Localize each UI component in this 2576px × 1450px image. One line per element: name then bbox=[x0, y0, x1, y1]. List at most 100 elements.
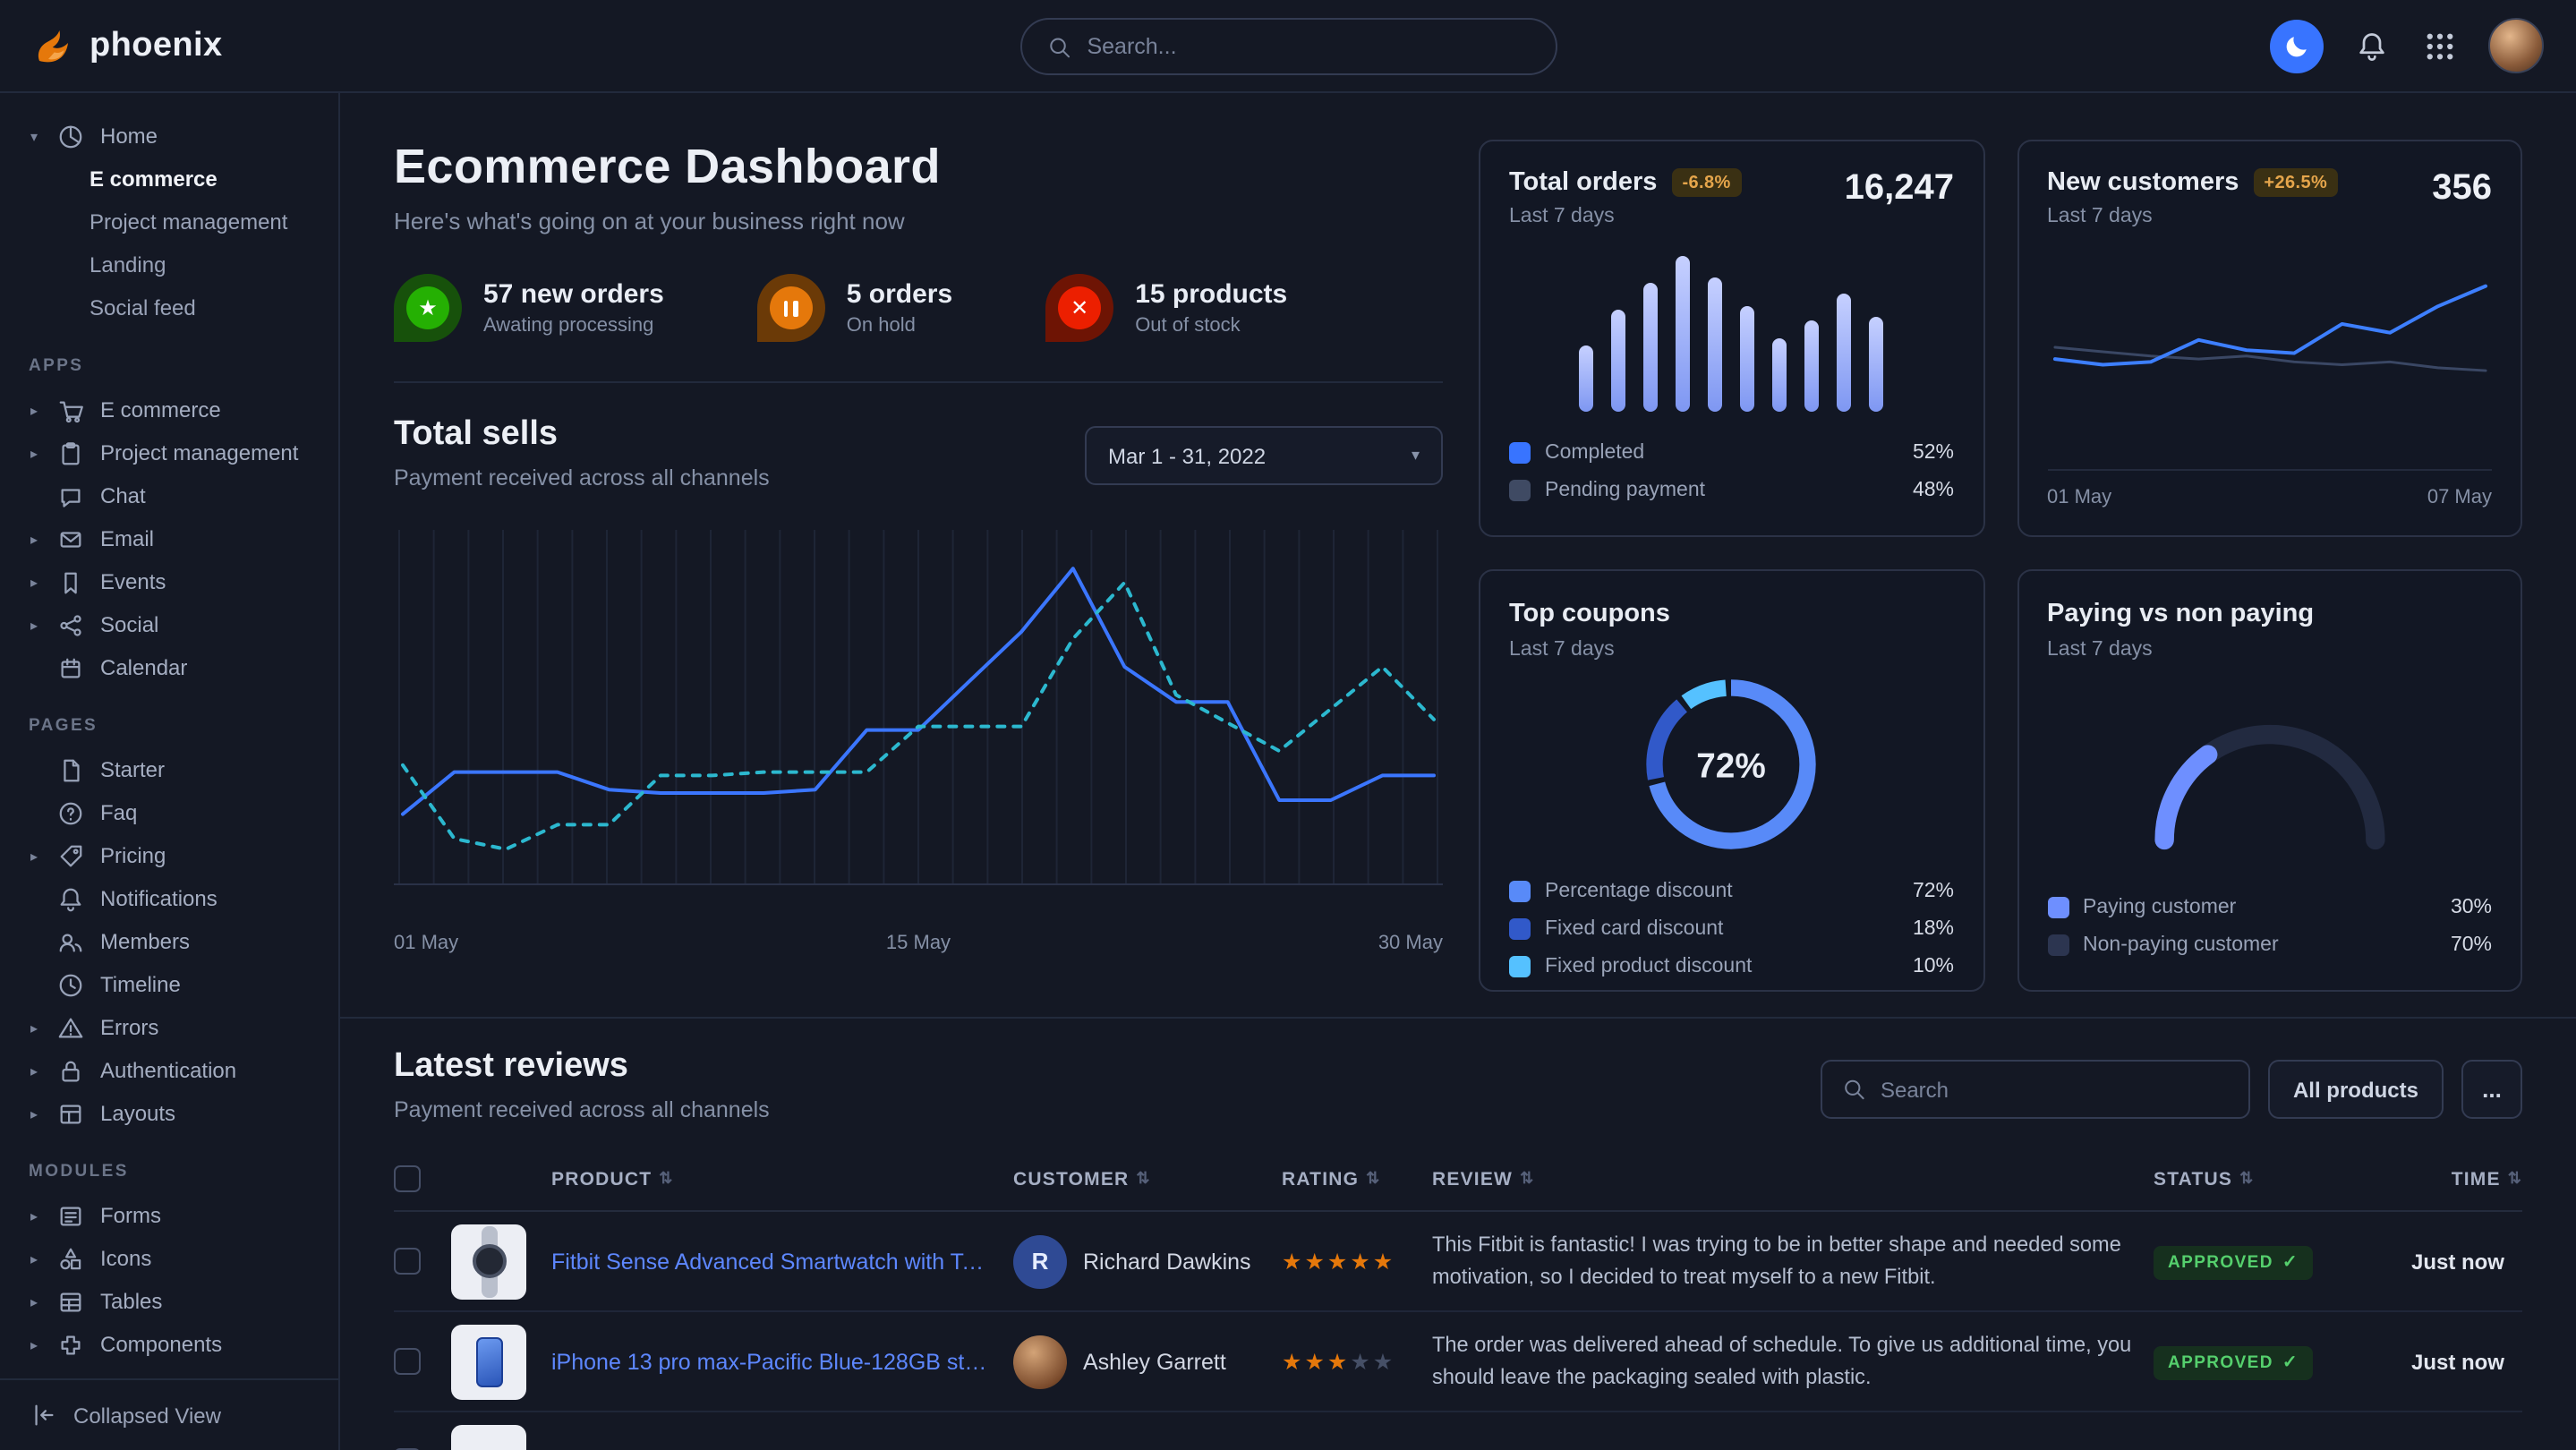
sidebar-item-label: Members bbox=[100, 929, 190, 954]
sidebar-item-notifications[interactable]: Notifications bbox=[25, 877, 324, 920]
theme-toggle-button[interactable] bbox=[2270, 19, 2324, 72]
row-checkbox[interactable] bbox=[394, 1248, 421, 1275]
sidebar-item-e-commerce[interactable]: E commerce bbox=[25, 158, 324, 200]
column-header-rating[interactable]: RATING⇅ bbox=[1282, 1168, 1432, 1190]
card-title: Paying vs non paying bbox=[2047, 600, 2314, 628]
sidebar-item-faq[interactable]: Faq bbox=[25, 791, 324, 834]
sidebar-item-timeline[interactable]: Timeline bbox=[25, 963, 324, 1006]
brand-logo[interactable]: phoenix bbox=[32, 24, 223, 67]
more-options-button[interactable]: ... bbox=[2461, 1060, 2522, 1119]
sidebar-item-social-feed[interactable]: Social feed bbox=[25, 286, 324, 329]
calendar-icon bbox=[57, 654, 84, 681]
card-top-coupons: Top coupons Last 7 days 72% Percentage d… bbox=[1479, 569, 1984, 992]
stat-value: 15 products bbox=[1135, 279, 1287, 310]
stat-orders-on-hold: 5 ordersOn hold bbox=[757, 274, 952, 342]
sidebar-item-forms[interactable]: ▸Forms bbox=[25, 1194, 324, 1237]
sidebar-section-title-pages: PAGES bbox=[29, 716, 324, 736]
stat-bubble-star-icon: ★ bbox=[394, 274, 462, 342]
product-link[interactable]: Fitbit Sense Advanced Smartwatch with To… bbox=[551, 1249, 995, 1274]
sidebar-item-label: Authentication bbox=[100, 1058, 236, 1083]
sidebar-item-errors[interactable]: ▸Errors bbox=[25, 1006, 324, 1049]
sidebar-item-starter[interactable]: Starter bbox=[25, 748, 324, 791]
sidebar-item-home[interactable]: ▾ Home bbox=[25, 115, 324, 158]
chevron-right-icon: ▸ bbox=[25, 617, 43, 633]
orders-bar bbox=[1676, 256, 1691, 412]
sidebar-item-tables[interactable]: ▸Tables bbox=[25, 1280, 324, 1323]
collapse-view-toggle[interactable]: Collapsed View bbox=[0, 1378, 338, 1450]
sidebar-item-members[interactable]: Members bbox=[25, 920, 324, 963]
sidebar-item-label: Calendar bbox=[100, 655, 187, 680]
moon-icon bbox=[2283, 32, 2310, 59]
clipboard-icon bbox=[57, 439, 84, 466]
lock-icon bbox=[57, 1057, 84, 1084]
chevron-right-icon: ▸ bbox=[25, 1062, 43, 1079]
sidebar-item-components[interactable]: ▸Components bbox=[25, 1323, 324, 1366]
column-header-review[interactable]: REVIEW⇅ bbox=[1432, 1168, 2154, 1190]
sidebar-item-project-management[interactable]: Project management bbox=[25, 200, 324, 243]
legend-pending-payment: Pending payment48% bbox=[1509, 471, 1954, 508]
sidebar-item-pricing[interactable]: ▸Pricing bbox=[25, 834, 324, 877]
product-thumbnail-partial bbox=[451, 1424, 526, 1450]
customer-name: Ashley Garrett bbox=[1083, 1349, 1226, 1374]
trend-badge: -6.8% bbox=[1671, 168, 1741, 197]
date-range-value: Mar 1 - 31, 2022 bbox=[1108, 443, 1266, 468]
column-header-status[interactable]: STATUS⇅ bbox=[2154, 1168, 2372, 1190]
star-icon: ★ bbox=[1373, 1250, 1395, 1275]
shapes-icon bbox=[57, 1245, 84, 1272]
reviews-search-input[interactable] bbox=[1881, 1077, 2229, 1102]
column-header-time[interactable]: TIME⇅ bbox=[2372, 1168, 2522, 1190]
sidebar-item-landing[interactable]: Landing bbox=[25, 243, 324, 286]
apps-menu-button[interactable] bbox=[2420, 26, 2460, 65]
sidebar-item-e-commerce[interactable]: ▸ E commerce bbox=[25, 388, 324, 431]
table-row: iPhone 13 pro max-Pacific Blue-128GB sto… bbox=[394, 1312, 2522, 1412]
legend-swatch bbox=[1509, 441, 1531, 463]
table-header-row: PRODUCT⇅CUSTOMER⇅RATING⇅REVIEW⇅STATUS⇅TI… bbox=[394, 1147, 2522, 1212]
sidebar-item-social[interactable]: ▸ Social bbox=[25, 603, 324, 646]
date-range-select[interactable]: Mar 1 - 31, 2022 ▾ bbox=[1085, 426, 1443, 485]
card-period: Last 7 days bbox=[1509, 639, 1670, 661]
coupons-legend: Percentage discount72%Fixed card discoun… bbox=[1509, 872, 1954, 985]
column-header-customer[interactable]: CUSTOMER⇅ bbox=[1013, 1168, 1282, 1190]
global-search-input[interactable] bbox=[1087, 34, 1530, 59]
stat-caption: Out of stock bbox=[1135, 315, 1287, 337]
column-header-product[interactable]: PRODUCT⇅ bbox=[551, 1168, 1013, 1190]
orders-legend: Completed52%Pending payment48% bbox=[1509, 433, 1954, 508]
legend-swatch bbox=[1509, 880, 1531, 901]
sidebar-item-authentication[interactable]: ▸ Authentication bbox=[25, 1049, 324, 1092]
product-link[interactable]: iPhone 13 pro max-Pacific Blue-128GB sto… bbox=[551, 1349, 995, 1374]
search-icon bbox=[1842, 1076, 1866, 1103]
select-all-checkbox[interactable] bbox=[394, 1165, 421, 1192]
legend-completed: Completed52% bbox=[1509, 433, 1954, 471]
orders-bar bbox=[1612, 310, 1626, 412]
users-icon bbox=[57, 928, 84, 955]
sidebar-item-chat[interactable]: Chat bbox=[25, 474, 324, 517]
notifications-button[interactable] bbox=[2352, 26, 2392, 65]
legend-swatch bbox=[1509, 917, 1531, 939]
sidebar-item-calendar[interactable]: Calendar bbox=[25, 646, 324, 689]
bookmark-icon bbox=[57, 568, 84, 595]
legend-swatch bbox=[2047, 896, 2068, 917]
sidebar-item-icons[interactable]: ▸Icons bbox=[25, 1237, 324, 1280]
reviews-search[interactable] bbox=[1821, 1060, 2250, 1119]
collapse-view-label: Collapsed View bbox=[73, 1403, 221, 1428]
sidebar-item-project-management[interactable]: ▸Project management bbox=[25, 431, 324, 474]
all-products-filter-button[interactable]: All products bbox=[2268, 1060, 2444, 1119]
divider bbox=[394, 381, 1443, 383]
sidebar-item-layouts[interactable]: ▸Layouts bbox=[25, 1092, 324, 1135]
sidebar-item-label: Starter bbox=[100, 757, 165, 782]
chevron-right-icon: ▸ bbox=[25, 1207, 43, 1224]
legend-value: 72% bbox=[1913, 880, 1954, 901]
collapse-icon bbox=[30, 1402, 57, 1429]
chevron-right-icon: ▸ bbox=[25, 402, 43, 418]
global-search[interactable] bbox=[1019, 18, 1557, 75]
row-checkbox[interactable] bbox=[394, 1348, 421, 1375]
legend-label: Paying customer bbox=[2083, 896, 2236, 917]
x-tick: 07 May bbox=[2427, 487, 2492, 508]
legend-fixed-card-discount: Fixed card discount18% bbox=[1509, 909, 1954, 947]
sidebar-item-label: E commerce bbox=[100, 397, 221, 422]
sidebar-item-email[interactable]: ▸Email bbox=[25, 517, 324, 560]
sidebar-item-label: Social bbox=[100, 612, 158, 637]
sidebar-item-events[interactable]: ▸Events bbox=[25, 560, 324, 603]
stats-row: ★57 new ordersAwating processing5 orders… bbox=[394, 274, 1443, 342]
user-avatar[interactable] bbox=[2488, 18, 2544, 73]
